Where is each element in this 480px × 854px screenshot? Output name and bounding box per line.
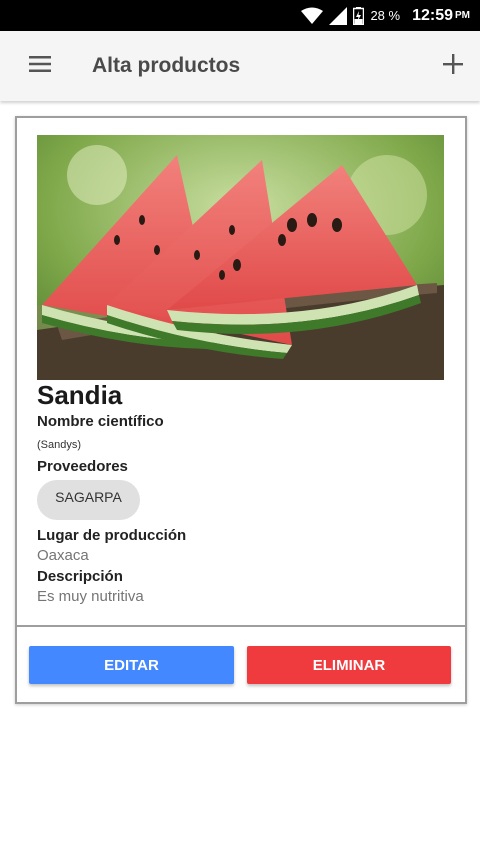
- signal-icon: [329, 6, 348, 25]
- battery-icon: [353, 6, 365, 25]
- product-name: Sandia: [37, 380, 123, 410]
- description-value: Es muy nutritiva: [37, 588, 144, 605]
- add-button[interactable]: [426, 31, 480, 101]
- supplier-chip[interactable]: SAGARPA: [37, 480, 140, 520]
- suppliers-label: Proveedores: [37, 458, 128, 475]
- product-image: [37, 135, 444, 380]
- production-place-label: Lugar de producción: [37, 527, 187, 544]
- scientific-name-value: (Sandys): [37, 439, 82, 451]
- app-bar: Alta productos: [0, 31, 480, 101]
- delete-button[interactable]: ELIMINAR: [247, 646, 451, 684]
- page-title: Alta productos: [92, 54, 241, 77]
- clock-time: 12:59: [412, 6, 453, 24]
- menu-button[interactable]: [0, 31, 80, 101]
- status-bar: 28 % 12:59 PM: [0, 0, 480, 31]
- hamburger-menu-icon: [29, 55, 51, 77]
- edit-button[interactable]: EDITAR: [29, 646, 234, 684]
- description-label: Descripción: [37, 568, 123, 585]
- wifi-icon: [301, 7, 324, 25]
- clock-ampm: PM: [455, 10, 470, 21]
- product-card: Sandia Nombre científico (Sandys) Provee…: [15, 116, 467, 704]
- divider: [17, 625, 465, 627]
- production-place-value: Oaxaca: [37, 547, 89, 564]
- scientific-name-label: Nombre científico: [37, 413, 164, 430]
- battery-percent: 28 %: [370, 8, 401, 23]
- plus-icon: [443, 53, 463, 79]
